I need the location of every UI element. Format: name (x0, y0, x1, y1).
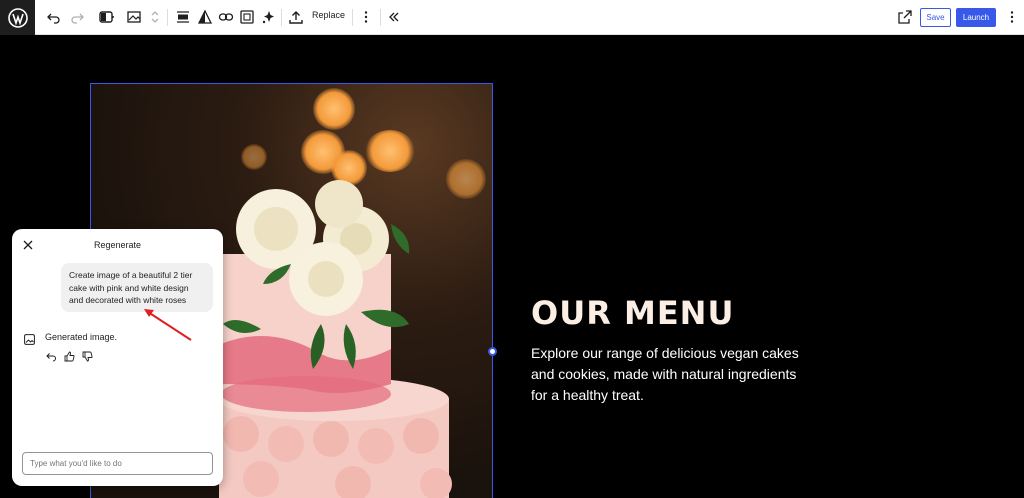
annotation-arrow-icon (144, 309, 192, 341)
